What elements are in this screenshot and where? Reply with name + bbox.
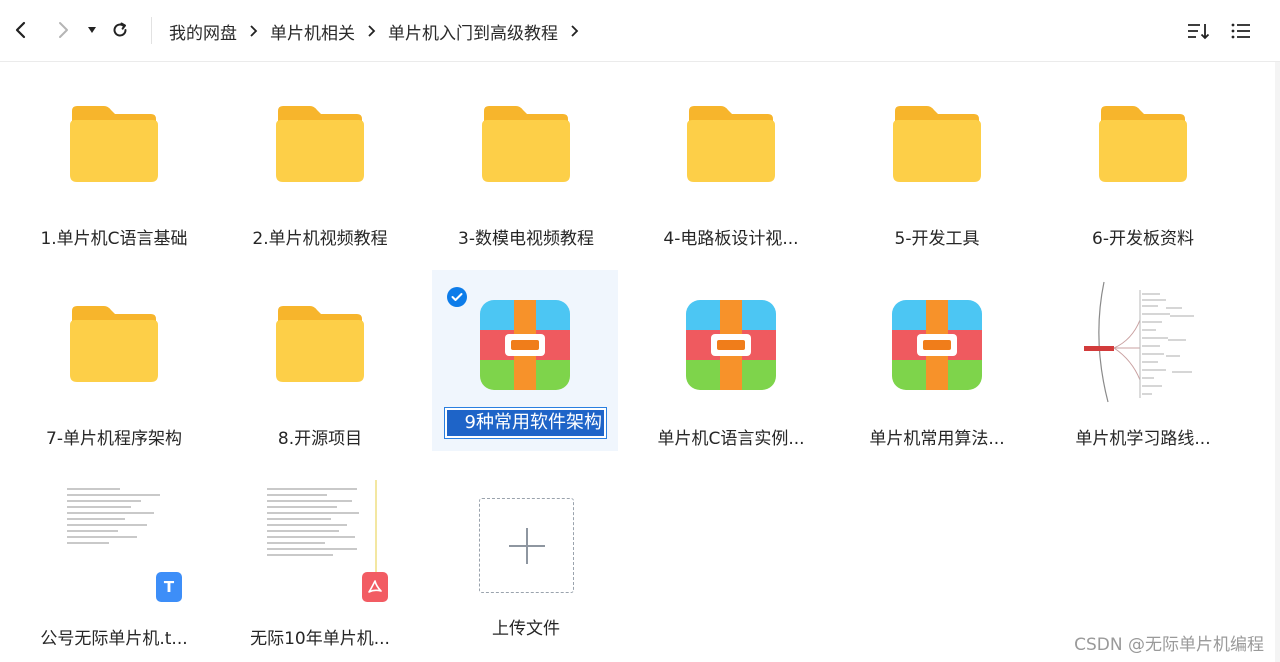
breadcrumb: 我的网盘 单片机相关 单片机入门到高级教程 [169, 18, 591, 44]
file-item-folder[interactable]: 6-开发板资料 [1050, 80, 1236, 260]
toolbar-divider [151, 17, 152, 44]
file-item-archive-selected[interactable]: 9种常用软件架构 [432, 270, 618, 451]
watermark: CSDN @无际单片机编程 [1074, 635, 1264, 655]
file-name: 4-电路板设计视... [663, 229, 799, 249]
file-item-folder[interactable]: 7-单片机程序架构 [21, 280, 207, 460]
file-item-folder[interactable]: 5-开发工具 [844, 80, 1030, 260]
file-name: 无际10年单片机... [250, 629, 390, 649]
file-name: 7-单片机程序架构 [46, 429, 182, 449]
file-item-archive[interactable]: 单片机常用算法... [844, 280, 1030, 460]
history-dropdown-button[interactable] [80, 16, 104, 44]
rename-input-text: 9种常用软件架构 [447, 410, 604, 436]
archive-icon [686, 300, 776, 390]
breadcrumb-chevron-icon[interactable] [570, 24, 579, 38]
file-name: 单片机C语言实例... [657, 429, 805, 449]
folder-icon [1099, 106, 1187, 182]
file-item-folder[interactable]: 8.开源项目 [227, 280, 413, 460]
breadcrumb-item-mcu[interactable]: 单片机相关 [270, 19, 355, 44]
folder-icon [276, 106, 364, 182]
sort-icon [1188, 24, 1210, 40]
upload-file-button[interactable]: 上传文件 [433, 470, 619, 650]
view-mode-button[interactable] [1228, 19, 1254, 43]
breadcrumb-chevron-icon [367, 24, 376, 38]
file-item-folder[interactable]: 2.单片机视频教程 [227, 80, 413, 260]
folder-icon [70, 106, 158, 182]
archive-icon [480, 300, 570, 390]
breadcrumb-chevron-icon [249, 24, 258, 38]
file-item-folder[interactable]: 4-电路板设计视... [638, 80, 824, 260]
plus-icon [508, 527, 545, 564]
top-toolbar: 我的网盘 单片机相关 单片机入门到高级教程 [0, 0, 1280, 62]
upload-label: 上传文件 [492, 619, 560, 639]
file-item-folder[interactable]: 1.单片机C语言基础 [21, 80, 207, 260]
file-name: 单片机常用算法... [869, 429, 1005, 449]
file-item-image[interactable]: 单片机学习路线... [1050, 280, 1236, 460]
upload-dropzone[interactable] [479, 498, 574, 593]
file-name: 2.单片机视频教程 [252, 229, 388, 249]
file-name: 8.开源项目 [277, 429, 363, 449]
file-item-pdf[interactable]: 无际10年单片机... [227, 480, 413, 660]
scrollbar[interactable] [1275, 62, 1280, 662]
back-button[interactable] [8, 16, 34, 44]
document-thumbnail [259, 480, 377, 600]
rename-input[interactable]: 9种常用软件架构 [444, 407, 607, 439]
file-name: 6-开发板资料 [1092, 229, 1194, 249]
refresh-icon [113, 22, 127, 37]
file-name: 单片机学习路线... [1075, 429, 1211, 449]
breadcrumb-item-tutorial[interactable]: 单片机入门到高级教程 [388, 19, 558, 44]
refresh-button[interactable] [107, 16, 133, 44]
breadcrumb-item-my-drive[interactable]: 我的网盘 [169, 19, 237, 44]
file-name: 1.单片机C语言基础 [40, 229, 188, 249]
file-item-folder[interactable]: 3-数模电视频教程 [433, 80, 619, 260]
list-view-icon [1231, 23, 1250, 39]
folder-icon [70, 306, 158, 382]
file-name: 公号无际单片机.t... [40, 629, 188, 649]
pdf-file-icon [362, 572, 388, 602]
file-item-archive[interactable]: 单片机C语言实例... [638, 280, 824, 460]
folder-icon [893, 106, 981, 182]
caret-down-icon [88, 27, 96, 33]
folder-icon [276, 306, 364, 382]
file-item-txt[interactable]: T 公号无际单片机.t... [21, 480, 207, 660]
folder-icon [482, 106, 570, 182]
sort-button[interactable] [1185, 19, 1211, 43]
txt-file-icon: T [156, 572, 182, 602]
mindmap-thumbnail [1082, 280, 1204, 404]
forward-button[interactable] [50, 16, 76, 44]
folder-icon [687, 106, 775, 182]
file-name: 3-数模电视频教程 [458, 229, 594, 249]
chevron-left-icon [15, 21, 26, 39]
checkmark-icon[interactable] [447, 287, 467, 307]
chevron-right-icon [59, 22, 68, 38]
archive-icon [892, 300, 982, 390]
file-name: 5-开发工具 [894, 229, 980, 249]
